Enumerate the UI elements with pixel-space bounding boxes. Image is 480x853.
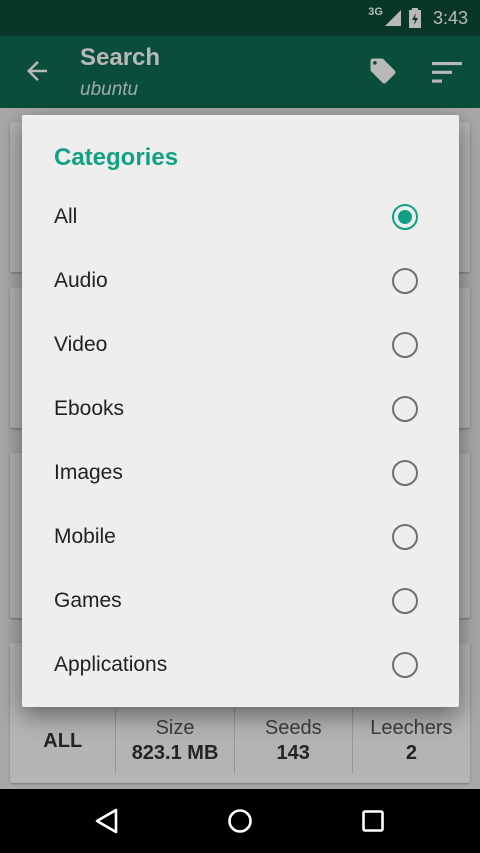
radio-button[interactable] <box>392 396 418 422</box>
option-label: Ebooks <box>54 397 125 420</box>
radio-button[interactable] <box>392 332 418 358</box>
nav-back-icon[interactable] <box>92 806 122 836</box>
option-label: Images <box>54 461 123 484</box>
category-option-video[interactable]: Video <box>22 313 459 377</box>
option-label: Video <box>54 333 108 356</box>
category-option-games[interactable]: Games <box>22 569 459 633</box>
category-options: All Audio Video Ebooks Images Mobile Gam… <box>22 185 459 697</box>
radio-button[interactable] <box>392 588 418 614</box>
nav-recents-icon[interactable] <box>358 806 388 836</box>
radio-button-checked[interactable] <box>392 204 418 230</box>
category-option-mobile[interactable]: Mobile <box>22 505 459 569</box>
option-label: All <box>54 205 78 228</box>
radio-button[interactable] <box>392 652 418 678</box>
radio-button[interactable] <box>392 460 418 486</box>
category-option-applications[interactable]: Applications <box>22 633 459 697</box>
nav-home-icon[interactable] <box>225 806 255 836</box>
category-option-ebooks[interactable]: Ebooks <box>22 377 459 441</box>
option-label: Games <box>54 589 122 612</box>
option-label: Audio <box>54 269 108 292</box>
system-nav-bar <box>0 789 480 853</box>
radio-button[interactable] <box>392 268 418 294</box>
category-option-images[interactable]: Images <box>22 441 459 505</box>
categories-dialog: Categories All Audio Video Ebooks Images <box>22 115 459 707</box>
option-label: Applications <box>54 653 168 676</box>
option-label: Mobile <box>54 525 116 548</box>
category-option-audio[interactable]: Audio <box>22 249 459 313</box>
app-screen: 3G 3:43 Search ubuntu ALL Size 823.1 MB … <box>0 0 480 853</box>
radio-button[interactable] <box>392 524 418 550</box>
dialog-title: Categories <box>54 144 179 171</box>
category-option-all[interactable]: All <box>22 185 459 249</box>
